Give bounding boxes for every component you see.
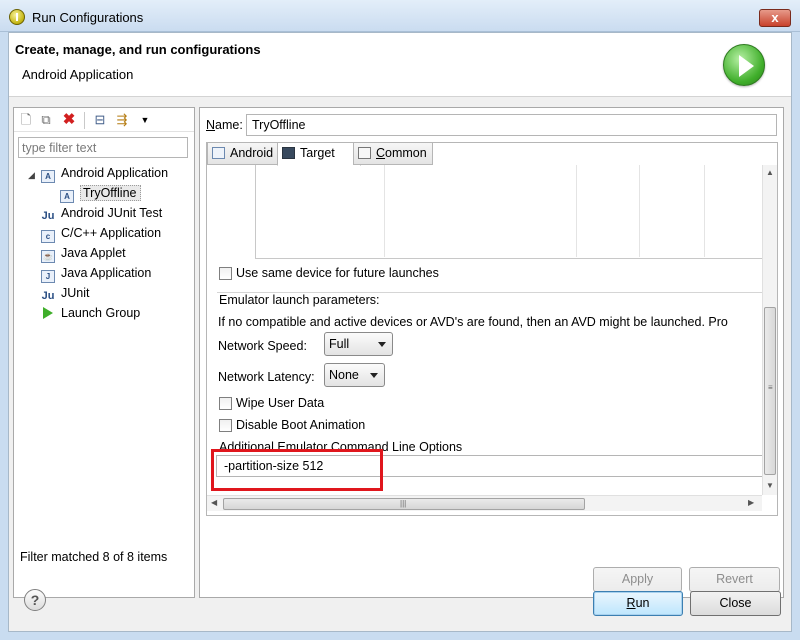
- network-latency-label: Network Latency:: [218, 370, 315, 384]
- tree-item-label: Android JUnit Test: [61, 206, 163, 220]
- name-label: Name:: [206, 118, 243, 132]
- tree-item-java-applet[interactable]: ☕ Java Applet: [41, 244, 126, 263]
- avd-table[interactable]: [255, 165, 765, 259]
- applet-icon: ☕: [41, 250, 55, 263]
- horizontal-scrollbar[interactable]: ◀ ||| ▶: [207, 495, 762, 511]
- tree-expand-icon[interactable]: ◢: [28, 170, 35, 181]
- collapse-all-icon[interactable]: ⊟: [92, 112, 108, 128]
- delete-icon[interactable]: ✖: [61, 112, 77, 128]
- filter-status: Filter matched 8 of 8 items: [20, 550, 168, 564]
- target-tab-content: Use same device for future launches Emul…: [207, 165, 777, 515]
- tree-item-android-junit-test[interactable]: Ju Android JUnit Test: [41, 204, 163, 222]
- help-icon[interactable]: ?: [24, 589, 46, 611]
- chevron-down-icon: [378, 342, 386, 347]
- config-toolbar: 🗋 ⧉ ✖ ⊟ ⇶ ▼: [14, 108, 194, 132]
- tree-item-tryoffline[interactable]: A TryOffline: [60, 184, 141, 203]
- target-tab-icon: [282, 147, 295, 159]
- tree-item-android-application[interactable]: A Android Application: [41, 164, 169, 183]
- config-tree-panel: 🗋 ⧉ ✖ ⊟ ⇶ ▼ ◢ A Android Application A TryO…: [13, 107, 195, 598]
- tree-item-label: Java Applet: [61, 246, 126, 260]
- network-latency-select[interactable]: None: [324, 363, 385, 387]
- new-launch-configuration-icon[interactable]: 🗋: [18, 112, 34, 128]
- tab-label: Target: [300, 146, 335, 160]
- disable-boot-animation-checkbox[interactable]: [219, 419, 232, 432]
- tab-label-accel: C: [376, 146, 386, 160]
- c-app-icon: c: [41, 230, 55, 243]
- view-menu-icon[interactable]: ▼: [137, 112, 153, 128]
- android-tab-icon: [212, 147, 225, 159]
- tree-item-label: JUnit: [61, 286, 90, 300]
- network-speed-value: Full: [329, 337, 350, 351]
- tree-item-java-application[interactable]: J Java Application: [41, 264, 152, 283]
- table-column-divider: [576, 165, 577, 257]
- tree-item-label: Java Application: [61, 266, 152, 280]
- tree-item-label: C/C++ Application: [61, 226, 162, 240]
- header-subtitle: Android Application: [22, 67, 134, 82]
- tree-item-label: TryOffline: [80, 185, 141, 201]
- tree-item-label: Android Application: [61, 166, 169, 180]
- same-device-checkbox[interactable]: [219, 267, 232, 280]
- header-title: Create, manage, and run configurations: [15, 42, 261, 57]
- wipe-user-data-checkbox[interactable]: [219, 397, 232, 410]
- grip-icon: |||: [400, 499, 407, 508]
- window-title-bar[interactable]: Run Configurations x: [0, 0, 800, 32]
- config-name-input[interactable]: TryOffline: [246, 114, 777, 136]
- dialog-header: Create, manage, and run configurations A…: [9, 33, 791, 97]
- dialog-client-area: Create, manage, and run configurations A…: [8, 32, 792, 632]
- tab-folder: Android Target Common Use same device fo…: [206, 142, 778, 516]
- apply-button[interactable]: Apply: [593, 567, 682, 592]
- close-button[interactable]: Close: [690, 591, 781, 616]
- scroll-right-icon[interactable]: ▶: [748, 498, 754, 507]
- tab-target[interactable]: Target: [277, 142, 361, 166]
- grip-icon: ≡: [768, 383, 773, 392]
- common-tab-icon: [358, 147, 371, 159]
- scroll-up-icon[interactable]: ▲: [766, 168, 774, 177]
- table-column-divider: [639, 165, 640, 257]
- scroll-down-icon[interactable]: ▼: [766, 481, 774, 490]
- same-device-label: Use same device for future launches: [236, 266, 439, 280]
- tree-item-junit[interactable]: Ju JUnit: [41, 284, 90, 302]
- junit-icon: Ju: [41, 210, 55, 222]
- java-app-icon: J: [41, 270, 55, 283]
- highlight-box: [211, 449, 383, 491]
- emulator-group-label: Emulator launch parameters:: [219, 293, 380, 307]
- config-editor-panel: Name: TryOffline Android Target Common U…: [199, 107, 784, 598]
- launch-group-icon: [41, 306, 55, 319]
- tab-label: ommon: [385, 146, 427, 160]
- revert-button[interactable]: Revert: [689, 567, 780, 592]
- run-button[interactable]: Run: [593, 591, 683, 616]
- scroll-left-icon[interactable]: ◀: [211, 498, 217, 507]
- emulator-description: If no compatible and active devices or A…: [218, 315, 728, 329]
- junit-icon: Ju: [41, 290, 55, 302]
- window-close-button[interactable]: x: [759, 9, 791, 27]
- horizontal-scroll-thumb[interactable]: |||: [223, 498, 585, 510]
- tab-android[interactable]: Android: [207, 142, 278, 165]
- vertical-scrollbar[interactable]: ▲ ≡ ▼: [762, 165, 777, 495]
- eclipse-app-icon: [9, 9, 25, 25]
- wipe-user-data-label: Wipe User Data: [236, 396, 325, 410]
- duplicate-icon[interactable]: ⧉: [38, 112, 54, 128]
- network-latency-value: None: [329, 368, 359, 382]
- window-title: Run Configurations: [32, 10, 144, 25]
- filter-input[interactable]: [18, 137, 188, 158]
- tab-common[interactable]: Common: [353, 142, 433, 165]
- network-speed-select[interactable]: Full: [324, 332, 393, 356]
- disable-boot-animation-label: Disable Boot Animation: [236, 418, 366, 432]
- vertical-scroll-thumb[interactable]: ≡: [764, 307, 776, 475]
- toolbar-separator: [84, 112, 85, 129]
- table-column-divider: [384, 165, 385, 257]
- filter-icon[interactable]: ⇶: [114, 112, 130, 128]
- table-column-divider: [704, 165, 705, 257]
- tree-item-label: Launch Group: [61, 306, 141, 320]
- run-banner-icon: [723, 44, 765, 86]
- tab-label: Android: [230, 146, 274, 160]
- tree-item-cpp-application[interactable]: c C/C++ Application: [41, 224, 162, 243]
- chevron-down-icon: [370, 373, 378, 378]
- android-app-icon: A: [41, 170, 55, 183]
- tree-item-launch-group[interactable]: Launch Group: [41, 304, 140, 322]
- android-config-icon: A: [60, 190, 74, 203]
- network-speed-label: Network Speed:: [218, 339, 307, 353]
